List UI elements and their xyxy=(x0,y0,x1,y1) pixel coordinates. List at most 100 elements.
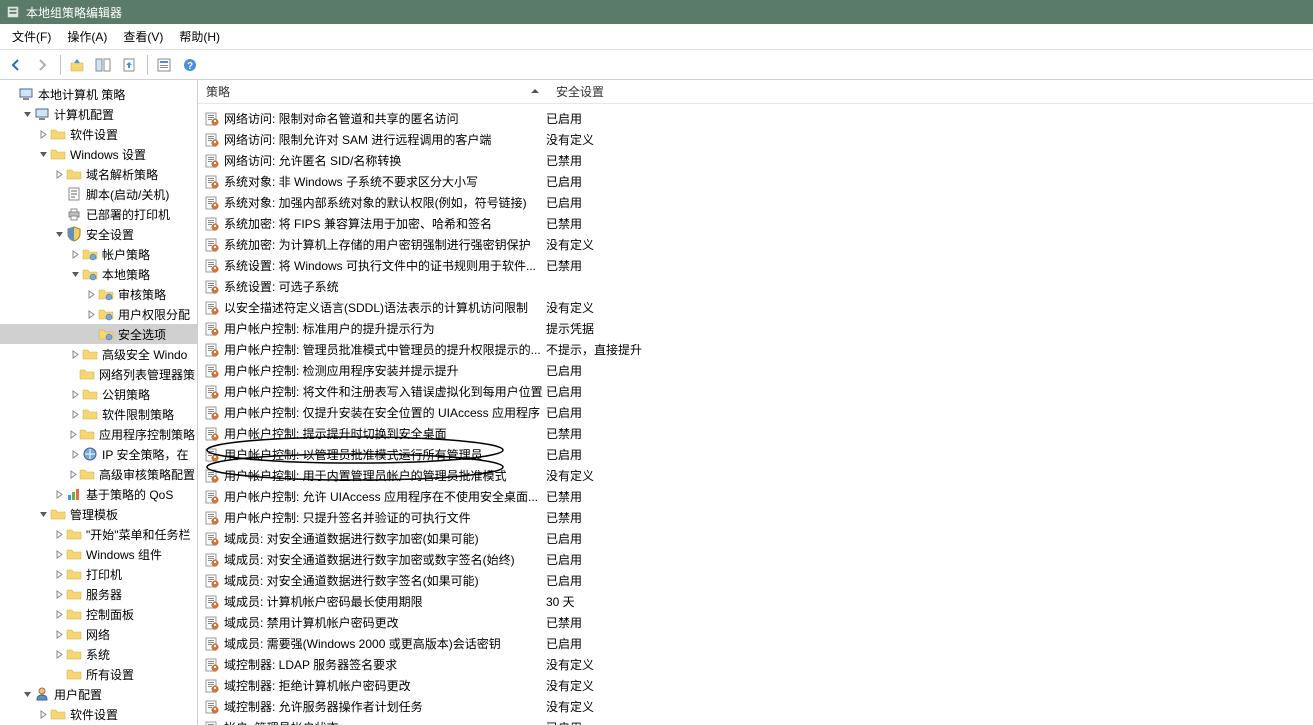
expand-icon[interactable] xyxy=(68,247,82,261)
expand-icon[interactable] xyxy=(68,387,82,401)
tree-item[interactable]: 服务器 xyxy=(0,584,197,604)
list-row[interactable]: 网络访问: 允许匿名 SID/名称转换已禁用 xyxy=(198,150,1313,171)
list-row[interactable]: 以安全描述符定义语言(SDDL)语法表示的计算机访问限制没有定义 xyxy=(198,297,1313,318)
menu-help[interactable]: 帮助(H) xyxy=(171,24,228,49)
list-row[interactable]: 系统设置: 可选子系统 xyxy=(198,276,1313,297)
list-row[interactable]: 系统对象: 非 Windows 子系统不要求区分大小写已启用 xyxy=(198,171,1313,192)
show-hide-button[interactable] xyxy=(91,53,115,77)
tree-pane[interactable]: 本地计算机 策略计算机配置软件设置Windows 设置域名解析策略脚本(启动/关… xyxy=(0,80,198,725)
tree-item[interactable]: Windows 组件 xyxy=(0,544,197,564)
tree-item[interactable]: 应用程序控制策略 xyxy=(0,424,197,444)
collapse-icon[interactable] xyxy=(36,507,50,521)
tree-item[interactable]: 打印机 xyxy=(0,564,197,584)
expand-icon[interactable] xyxy=(84,307,98,321)
list-row[interactable]: 用户帐户控制: 允许 UIAccess 应用程序在不使用安全桌面...已禁用 xyxy=(198,486,1313,507)
tree-item[interactable]: 软件设置 xyxy=(0,704,197,724)
expand-icon[interactable] xyxy=(84,287,98,301)
list-row[interactable]: 用户帐户控制: 管理员批准模式中管理员的提升权限提示的...不提示，直接提升 xyxy=(198,339,1313,360)
tree-item[interactable]: 脚本(启动/关机) xyxy=(0,184,197,204)
tree-item[interactable]: 高级安全 Windo xyxy=(0,344,197,364)
list-row[interactable]: 域成员: 对安全通道数据进行数字加密或数字签名(始终)已启用 xyxy=(198,549,1313,570)
list-row[interactable]: 域成员: 对安全通道数据进行数字加密(如果可能)已启用 xyxy=(198,528,1313,549)
list-row[interactable]: 域成员: 禁用计算机帐户密码更改已禁用 xyxy=(198,612,1313,633)
expand-icon[interactable] xyxy=(52,627,66,641)
back-button[interactable] xyxy=(4,53,28,77)
tree-item[interactable]: 计算机配置 xyxy=(0,104,197,124)
tree-item[interactable]: 本地策略 xyxy=(0,264,197,284)
collapse-icon[interactable] xyxy=(36,147,50,161)
expand-icon[interactable] xyxy=(36,707,50,721)
list-row[interactable]: 域控制器: 拒绝计算机帐户密码更改没有定义 xyxy=(198,675,1313,696)
list-row[interactable]: 网络访问: 限制对命名管道和共享的匿名访问已启用 xyxy=(198,108,1313,129)
expand-icon[interactable] xyxy=(52,607,66,621)
tree-item[interactable]: 软件设置 xyxy=(0,124,197,144)
expand-icon[interactable] xyxy=(52,647,66,661)
tree-item[interactable]: 网络列表管理器策 xyxy=(0,364,197,384)
tree-item[interactable]: "开始"菜单和任务栏 xyxy=(0,524,197,544)
list-row[interactable]: 用户帐户控制: 提示提升时切换到安全桌面已禁用 xyxy=(198,423,1313,444)
list-row[interactable]: 用户帐户控制: 仅提升安装在安全位置的 UIAccess 应用程序已启用 xyxy=(198,402,1313,423)
list-row[interactable]: 系统对象: 加强内部系统对象的默认权限(例如，符号链接)已启用 xyxy=(198,192,1313,213)
tree-item[interactable]: 用户配置 xyxy=(0,684,197,704)
menu-view[interactable]: 查看(V) xyxy=(115,24,171,49)
expand-icon[interactable] xyxy=(68,467,79,481)
tree-item[interactable]: 帐户策略 xyxy=(0,244,197,264)
list-row[interactable]: 系统设置: 将 Windows 可执行文件中的证书规则用于软件...已禁用 xyxy=(198,255,1313,276)
tree-item[interactable]: 安全设置 xyxy=(0,224,197,244)
tree-item[interactable]: 高级审核策略配置 xyxy=(0,464,197,484)
expand-icon[interactable] xyxy=(68,407,82,421)
expand-icon[interactable] xyxy=(52,487,66,501)
list-row[interactable]: 用户帐户控制: 以管理员批准模式运行所有管理员已启用 xyxy=(198,444,1313,465)
tree-item[interactable]: 用户权限分配 xyxy=(0,304,197,324)
list-pane[interactable]: 策略 安全设置 网络访问: 限制对命名管道和共享的匿名访问已启用网络访问: 限制… xyxy=(198,80,1313,725)
expand-icon[interactable] xyxy=(52,167,66,181)
tree-item[interactable]: 控制面板 xyxy=(0,604,197,624)
tree-item[interactable]: 基于策略的 QoS xyxy=(0,484,197,504)
collapse-icon[interactable] xyxy=(20,107,34,121)
tree-item[interactable]: Windows 设置 xyxy=(0,144,197,164)
list-row[interactable]: 用户帐户控制: 将文件和注册表写入错误虚拟化到每用户位置已启用 xyxy=(198,381,1313,402)
collapse-icon[interactable] xyxy=(52,227,66,241)
list-row[interactable]: 用户帐户控制: 检测应用程序安装并提示提升已启用 xyxy=(198,360,1313,381)
tree-item[interactable]: 已部署的打印机 xyxy=(0,204,197,224)
up-button[interactable] xyxy=(65,53,89,77)
properties-button[interactable] xyxy=(152,53,176,77)
menu-action[interactable]: 操作(A) xyxy=(59,24,115,49)
list-row[interactable]: 帐户: 管理员帐户状态已启用 xyxy=(198,717,1313,725)
collapse-icon[interactable] xyxy=(20,687,34,701)
list-row[interactable]: 域控制器: 允许服务器操作者计划任务没有定义 xyxy=(198,696,1313,717)
list-row[interactable]: 网络访问: 限制允许对 SAM 进行远程调用的客户端没有定义 xyxy=(198,129,1313,150)
tree-item[interactable]: 网络 xyxy=(0,624,197,644)
expand-icon[interactable] xyxy=(68,427,79,441)
header-policy[interactable]: 策略 xyxy=(198,80,548,104)
expand-icon[interactable] xyxy=(68,447,82,461)
collapse-icon[interactable] xyxy=(68,267,82,281)
expand-icon[interactable] xyxy=(68,347,82,361)
list-row[interactable]: 系统加密: 将 FIPS 兼容算法用于加密、哈希和签名已禁用 xyxy=(198,213,1313,234)
tree-item[interactable]: 域名解析策略 xyxy=(0,164,197,184)
list-row[interactable]: 用户帐户控制: 标准用户的提升提示行为提示凭据 xyxy=(198,318,1313,339)
forward-button[interactable] xyxy=(30,53,54,77)
tree-item[interactable]: 系统 xyxy=(0,644,197,664)
expand-icon[interactable] xyxy=(52,587,66,601)
list-row[interactable]: 域成员: 需要强(Windows 2000 或更高版本)会话密钥已启用 xyxy=(198,633,1313,654)
tree-item[interactable]: 所有设置 xyxy=(0,664,197,684)
tree-item[interactable]: 审核策略 xyxy=(0,284,197,304)
help-button[interactable]: ? xyxy=(178,53,202,77)
list-row[interactable]: 域成员: 对安全通道数据进行数字签名(如果可能)已启用 xyxy=(198,570,1313,591)
export-button[interactable] xyxy=(117,53,141,77)
list-row[interactable]: 域成员: 计算机帐户密码最长使用期限30 天 xyxy=(198,591,1313,612)
tree-item[interactable]: 公钥策略 xyxy=(0,384,197,404)
expand-icon[interactable] xyxy=(36,127,50,141)
header-setting[interactable]: 安全设置 xyxy=(548,80,748,104)
tree-item[interactable]: 安全选项 xyxy=(0,324,197,344)
list-row[interactable]: 用户帐户控制: 用于内置管理员帐户的管理员批准模式没有定义 xyxy=(198,465,1313,486)
list-row[interactable]: 用户帐户控制: 只提升签名并验证的可执行文件已禁用 xyxy=(198,507,1313,528)
expand-icon[interactable] xyxy=(52,567,66,581)
tree-item[interactable]: 管理模板 xyxy=(0,504,197,524)
tree-item[interactable]: IP 安全策略，在 xyxy=(0,444,197,464)
expand-icon[interactable] xyxy=(52,547,66,561)
tree-item[interactable]: 软件限制策略 xyxy=(0,404,197,424)
list-row[interactable]: 域控制器: LDAP 服务器签名要求没有定义 xyxy=(198,654,1313,675)
expand-icon[interactable] xyxy=(52,527,66,541)
